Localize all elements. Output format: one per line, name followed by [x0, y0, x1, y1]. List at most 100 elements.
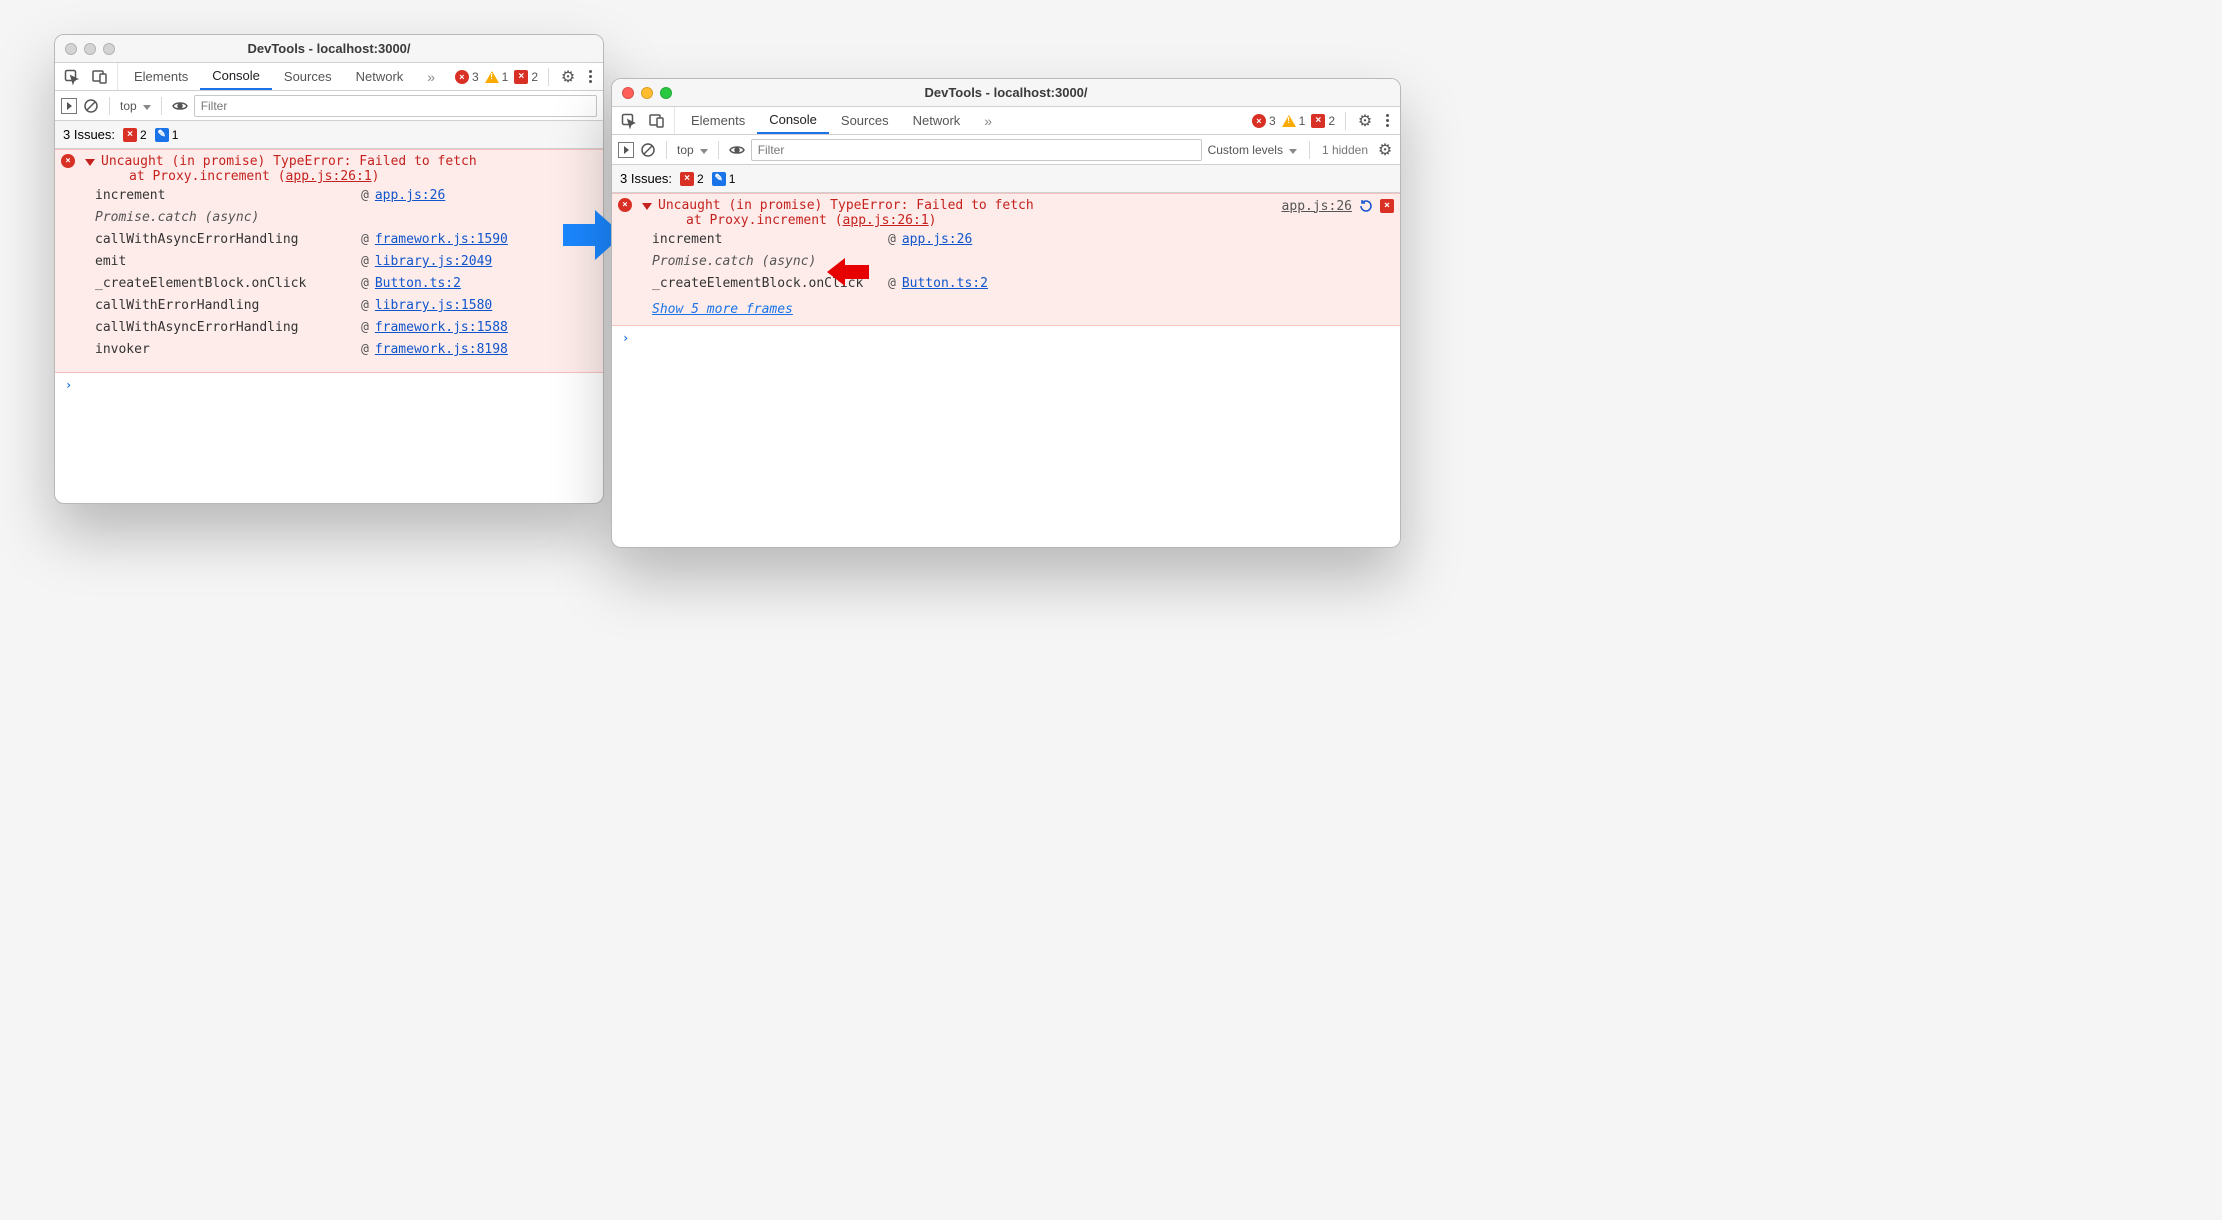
inspect-element-icon[interactable] [63, 68, 81, 86]
stack-frame: emit@library.js:2049 [95, 254, 597, 276]
settings-icon[interactable] [1356, 112, 1374, 130]
more-menu-icon[interactable] [583, 68, 597, 86]
error-dismiss-icon[interactable]: × [1380, 199, 1394, 213]
source-link[interactable]: Button.ts:2 [375, 276, 461, 291]
inspect-element-icon[interactable] [620, 112, 638, 130]
error-message: Uncaught (in promise) TypeError: Failed … [658, 198, 1276, 228]
tab-elements[interactable]: Elements [679, 107, 757, 134]
error-icon: × [618, 198, 632, 212]
device-toggle-icon[interactable] [648, 112, 666, 130]
error-source-link[interactable]: app.js:26:1 [843, 213, 929, 228]
tab-elements[interactable]: Elements [122, 63, 200, 90]
source-link[interactable]: framework.js:8198 [375, 342, 508, 357]
tab-sources[interactable]: Sources [272, 63, 344, 90]
close-button[interactable] [622, 87, 634, 99]
issues-bar[interactable]: 3 Issues: ×2 ✎1 [55, 121, 603, 149]
stack-trace: increment@app.js:26 Promise.catch (async… [95, 188, 597, 364]
minimize-button[interactable] [84, 43, 96, 55]
stack-frame: _createElementBlock.onClick@Button.ts:2 [652, 276, 1394, 298]
console-prompt[interactable]: › [612, 326, 1400, 350]
context-selector[interactable]: top [120, 99, 151, 113]
sidebar-toggle-icon[interactable] [61, 98, 77, 114]
restart-frame-icon[interactable] [1358, 198, 1374, 214]
warning-badge[interactable]: 1 [1282, 114, 1306, 128]
source-link[interactable]: framework.js:1590 [375, 232, 508, 247]
panel-tabs: Elements Console Sources Network [675, 107, 1004, 134]
tab-console[interactable]: Console [757, 107, 829, 134]
titlebar: DevTools - localhost:3000/ [612, 79, 1400, 107]
error-source-link[interactable]: app.js:26:1 [286, 169, 372, 184]
error-message: Uncaught (in promise) TypeError: Failed … [101, 154, 597, 184]
warning-badge[interactable]: 1 [485, 70, 509, 84]
disclosure-triangle-icon[interactable] [85, 159, 95, 166]
console-toolbar: top Filter Custom levels 1 hidden [612, 135, 1400, 165]
stack-frame: increment@app.js:26 [95, 188, 597, 210]
show-more-frames[interactable]: Show 5 more frames [652, 302, 1394, 317]
filter-input[interactable]: Filter [751, 139, 1202, 161]
stack-frame: _createElementBlock.onClick@Button.ts:2 [95, 276, 597, 298]
issues-blue-badge: ✎1 [712, 172, 736, 186]
tab-network[interactable]: Network [901, 107, 973, 134]
stack-frame: callWithErrorHandling@library.js:1580 [95, 298, 597, 320]
minimize-button[interactable] [641, 87, 653, 99]
zoom-button[interactable] [103, 43, 115, 55]
source-link[interactable]: app.js:26 [375, 188, 445, 203]
console-prompt[interactable]: › [55, 373, 603, 397]
console-body: × Uncaught (in promise) TypeError: Faile… [612, 193, 1400, 350]
issues-red-badge: ×2 [680, 172, 704, 186]
panel-tabs: Elements Console Sources Network [118, 63, 447, 90]
window-title: DevTools - localhost:3000/ [612, 85, 1400, 100]
error-badge[interactable]: ×3 [455, 70, 479, 84]
devtools-window-before: DevTools - localhost:3000/ Elements Cons… [54, 34, 604, 504]
hidden-count: 1 hidden [1322, 143, 1368, 157]
more-tabs-icon[interactable] [415, 63, 447, 90]
issue-badge[interactable]: ×2 [514, 70, 538, 84]
issues-red-badge: ×2 [123, 128, 147, 142]
source-link[interactable]: app.js:26 [902, 232, 972, 247]
more-menu-icon[interactable] [1380, 112, 1394, 130]
source-link[interactable]: Button.ts:2 [902, 276, 988, 291]
log-levels-selector[interactable]: Custom levels [1208, 143, 1297, 157]
console-settings-icon[interactable] [1376, 141, 1394, 159]
disclosure-triangle-icon[interactable] [642, 203, 652, 210]
error-icon: × [61, 154, 75, 168]
issues-label: 3 Issues: [620, 171, 672, 186]
source-link[interactable]: library.js:1580 [375, 298, 492, 313]
console-toolbar: top Filter [55, 91, 603, 121]
settings-icon[interactable] [559, 68, 577, 86]
error-badge[interactable]: ×3 [1252, 114, 1276, 128]
tab-console[interactable]: Console [200, 63, 272, 90]
sidebar-toggle-icon[interactable] [618, 142, 634, 158]
source-link[interactable]: library.js:2049 [375, 254, 492, 269]
context-selector[interactable]: top [677, 143, 708, 157]
console-body: × Uncaught (in promise) TypeError: Faile… [55, 149, 603, 397]
panel-tabbar: Elements Console Sources Network ×3 1 ×2 [55, 63, 603, 91]
devtools-window-after: DevTools - localhost:3000/ Elements Cons… [611, 78, 1401, 548]
stack-frame: increment@app.js:26 [652, 232, 1394, 254]
device-toggle-icon[interactable] [91, 68, 109, 86]
stack-frame: invoker@framework.js:8198 [95, 342, 597, 364]
highlight-arrow-icon [827, 258, 871, 286]
traffic-lights [65, 43, 115, 55]
issues-bar[interactable]: 3 Issues: ×2 ✎1 [612, 165, 1400, 193]
filter-input[interactable]: Filter [194, 95, 597, 117]
live-expression-icon[interactable] [172, 98, 188, 114]
stack-frame: callWithAsyncErrorHandling@framework.js:… [95, 232, 597, 254]
issues-blue-badge: ✎1 [155, 128, 179, 142]
window-title: DevTools - localhost:3000/ [55, 41, 603, 56]
clear-console-icon[interactable] [83, 98, 99, 114]
stack-frame: callWithAsyncErrorHandling@framework.js:… [95, 320, 597, 342]
issue-badge[interactable]: ×2 [1311, 114, 1335, 128]
source-link[interactable]: app.js:26 [1282, 199, 1352, 214]
clear-console-icon[interactable] [640, 142, 656, 158]
close-button[interactable] [65, 43, 77, 55]
tab-sources[interactable]: Sources [829, 107, 901, 134]
tab-network[interactable]: Network [344, 63, 416, 90]
source-link[interactable]: framework.js:1588 [375, 320, 508, 335]
panel-tabbar: Elements Console Sources Network ×3 1 ×2 [612, 107, 1400, 135]
error-entry: × Uncaught (in promise) TypeError: Faile… [55, 149, 603, 373]
zoom-button[interactable] [660, 87, 672, 99]
live-expression-icon[interactable] [729, 142, 745, 158]
more-tabs-icon[interactable] [972, 107, 1004, 134]
error-entry: × Uncaught (in promise) TypeError: Faile… [612, 193, 1400, 326]
